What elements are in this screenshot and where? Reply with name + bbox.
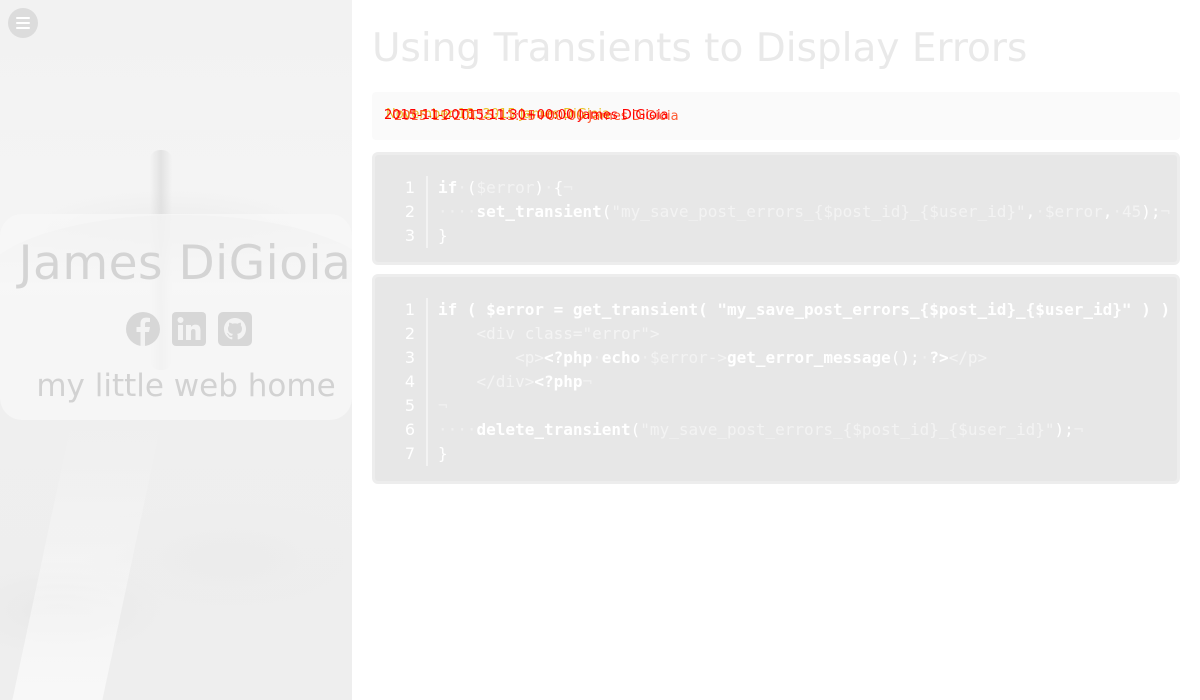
profile-card: James DiGioia my little web home [0,214,352,420]
code-token: 45 [1121,202,1142,221]
code-token: <?php [543,348,593,367]
code-token: ?> [929,348,949,367]
post-title: Using Transients to Display Errors [372,26,1028,71]
code-token: $error [476,178,535,197]
code-token: ¬ [1160,202,1171,221]
code-token: delete_transient [476,420,631,439]
code-token: , [1102,202,1113,221]
code-text[interactable]: ¬ [438,394,448,418]
code-token: } [438,226,448,245]
code-token: (); [890,348,920,367]
code-token: </p> [948,348,988,367]
hamburger-menu-icon [16,17,30,29]
code-block-1: 1 if·($error)·{¬ 2 ····set_transient("my_sa… [372,152,1180,265]
code-text[interactable]: ····delete_transient("my_save_post_error… [438,418,1083,442]
code-token: echo [601,348,641,367]
code-token: if [438,178,458,197]
code-text[interactable]: if·($error)·{¬ [438,176,573,200]
code-token: </div> [438,372,535,391]
code-token: ) [534,178,544,197]
code-line: 1 if·($error)·{¬ [375,176,1177,200]
line-number: 6 [404,420,415,439]
code-token: "my_save_post_errors_{$post_id}_{$user_i… [611,202,1026,221]
code-token: ( [601,202,612,221]
code-token: <p> [438,348,544,367]
site-name[interactable]: James DiGioia [0,236,352,291]
code-text[interactable]: ····set_transient("my_save_post_errors_{… [438,200,1170,224]
code-line: 6 ····delete_transient("my_save_post_erro… [375,418,1177,442]
code-line: 2 <div class="error"> [375,322,1177,346]
code-token: } [438,444,448,463]
code-token: ( [630,420,641,439]
code-token: ¬ [582,372,593,391]
code-block-2: 1 if ( $error = get_transient( "my_save_p… [372,274,1190,484]
code-text[interactable]: } [438,442,448,466]
code-token: · [457,178,467,197]
line-number: 4 [404,372,415,391]
code-lines: 1 if·($error)·{¬ 2 ····set_transient("my_sa… [375,176,1177,248]
code-token: · [1112,202,1122,221]
line-number: 1 [404,178,415,197]
code-token: ···· [438,420,477,439]
code-line: 3 <p><?php·echo·$error->get_error_messag… [375,346,1177,370]
code-token: <?php [534,372,583,391]
code-token: ¬ [563,178,573,197]
code-text[interactable]: } [438,224,448,248]
code-token: ¬ [438,396,448,415]
code-lines: 1 if ( $error = get_transient( "my_save_p… [375,298,1190,466]
code-token: ( [466,178,477,197]
code-line: 3} [375,224,1177,248]
post-meta-bar: November 18, 2015 James DiGioia 2015-11-… [372,92,1180,140]
code-token: · [919,348,930,367]
site-tagline: my little web home [36,368,336,404]
line-number: 1 [404,300,415,319]
code-token: set_transient [476,202,602,221]
code-token: , [1025,202,1036,221]
code-text[interactable]: <div class="error"> [438,322,660,346]
code-line: 1 if ( $error = get_transient( "my_save_p… [375,298,1190,322]
linkedin-icon[interactable] [170,310,208,348]
code-token: ¬ [1073,420,1084,439]
code-token: <div class="error"> [438,324,660,343]
github-icon[interactable] [216,310,254,348]
code-text[interactable]: <p><?php·echo·$error->get_error_message(… [438,346,987,370]
menu-button[interactable] [8,8,38,38]
code-text[interactable]: if ( $error = get_transient( "my_save_po… [438,298,1189,322]
line-number: 7 [404,444,415,463]
code-token: · [1035,202,1045,221]
code-token: $error-> [649,348,728,367]
line-number: 2 [404,202,415,221]
code-text[interactable]: </div><?php¬ [438,370,593,394]
code-token: ); [1054,420,1074,439]
code-token: · [592,348,602,367]
code-token: · [543,178,554,197]
post-meta-published: 2015-11-20T15:11:30+00:00 James DiGioia [384,108,669,123]
code-line: 5 ¬ [375,394,1177,418]
code-token: ···· [438,202,477,221]
background-path [8,420,162,700]
main-content: Using Transients to Display Errors Novem… [352,0,1200,700]
line-number: 5 [404,396,415,415]
social-links [124,310,254,348]
code-token: "my_save_post_errors_{$post_id}_{$user_i… [640,420,1055,439]
line-number: 2 [404,324,415,343]
line-number: 3 [404,226,415,245]
sidebar: James DiGioia my little web home [0,0,352,700]
code-token: $error [1044,202,1103,221]
code-line: 7} [375,442,1177,466]
line-number: 3 [404,348,415,367]
code-token: if ( $error = get_transient( "my_save_po… [438,300,1190,319]
code-line: 2 ····set_transient("my_save_post_errors_… [375,200,1177,224]
code-token: · [640,348,650,367]
code-line: 4 </div><?php¬ [375,370,1177,394]
code-token: get_error_message [727,348,891,367]
facebook-icon[interactable] [124,310,162,348]
code-token: { [553,178,564,197]
code-token: ); [1141,202,1161,221]
